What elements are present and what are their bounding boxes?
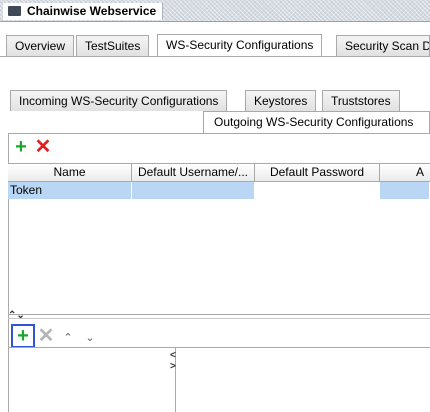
add-entry-icon[interactable]: + <box>14 326 32 347</box>
column-header-default-password[interactable]: Default Password <box>255 164 380 182</box>
main-tab-divider <box>0 56 430 57</box>
entry-details-pane <box>176 347 430 412</box>
move-down-icon[interactable]: ⌄ <box>83 331 97 345</box>
table-row-password-cell[interactable] <box>255 182 380 199</box>
column-header-default-username[interactable]: Default Username/... <box>132 164 255 182</box>
splitter-arrows-icon[interactable]: ⌃⌄ <box>8 311 25 321</box>
tab-security-scan[interactable]: Security Scan D <box>336 35 430 56</box>
tab-outgoing-ws-security[interactable]: Outgoing WS-Security Configurations <box>203 111 430 133</box>
table-row-name-cell[interactable]: Token <box>8 182 132 199</box>
entries-list[interactable] <box>8 347 176 412</box>
splitter-divider[interactable] <box>8 318 430 319</box>
tab-ws-security-configurations[interactable]: WS-Security Configurations <box>157 34 323 56</box>
tab-overview[interactable]: Overview <box>6 35 75 56</box>
move-up-icon[interactable]: ⌃ <box>61 331 75 345</box>
tab-testsuites[interactable]: TestSuites <box>76 35 150 56</box>
table-row-username-cell[interactable] <box>132 182 255 199</box>
tab-truststores[interactable]: Truststores <box>322 90 400 111</box>
column-header-a[interactable]: A <box>380 164 430 182</box>
sub-tab-divider <box>8 133 430 134</box>
column-header-name[interactable]: Name <box>8 164 132 182</box>
tab-keystores[interactable]: Keystores <box>245 90 317 111</box>
window-icon <box>8 6 21 16</box>
window-title: Chainwise Webservice <box>3 3 164 20</box>
pane-splitter-icon[interactable]: <> <box>170 350 178 372</box>
add-icon[interactable]: + <box>12 137 30 158</box>
table-row-a-cell[interactable] <box>380 182 430 199</box>
tab-incoming-ws-security[interactable]: Incoming WS-Security Configurations <box>10 90 228 111</box>
remove-icon[interactable]: ✕ <box>34 137 52 158</box>
remove-entry-icon[interactable]: ✕ <box>37 326 55 347</box>
